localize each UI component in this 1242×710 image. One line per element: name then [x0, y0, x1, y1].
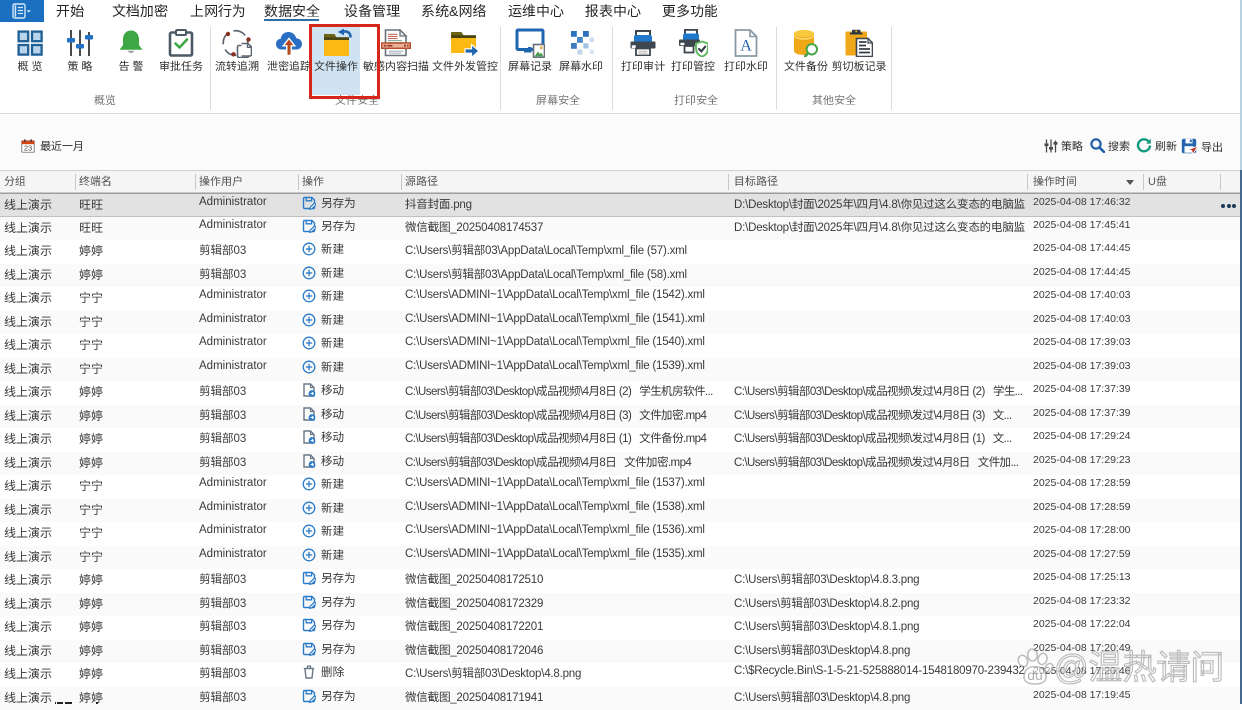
svg-text:A: A: [740, 38, 752, 55]
svg-text:23: 23: [24, 144, 32, 153]
svg-text:du: du: [1027, 667, 1043, 683]
